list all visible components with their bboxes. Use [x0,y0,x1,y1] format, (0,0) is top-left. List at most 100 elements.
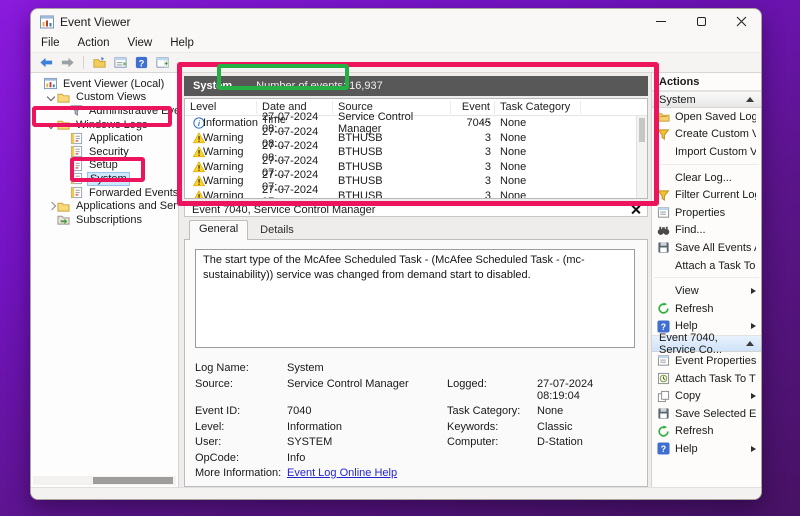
close-preview-icon[interactable] [631,205,640,214]
action-event-properties[interactable]: Event Properties [652,352,761,370]
svg-text:?: ? [661,322,666,332]
action-open-saved-log[interactable]: Open Saved Log... [652,108,761,126]
status-bar [31,487,761,499]
action-save-selected-eve[interactable]: Save Selected Eve... [652,405,761,423]
column-header-level[interactable]: Level [185,101,257,114]
field-label: OpCode: [195,452,287,464]
forward-icon[interactable] [60,55,75,70]
events-scrollbar-thumb[interactable] [639,118,645,142]
action-view[interactable]: View [652,282,761,300]
action-create-custom-vie[interactable]: Create Custom Vie... [652,126,761,144]
table-row[interactable]: iInformation27-07-2024 08:...Service Con… [185,116,647,131]
tree-item-applications-and-services-lo[interactable]: Applications and Services Lo [31,199,178,213]
action-copy[interactable]: Copy [652,387,761,405]
title-bar: Event Viewer [31,9,761,34]
tree-item-label: Forwarded Events [87,187,179,199]
log-icon [70,172,84,185]
action-save-all-events-as[interactable]: Save All Events As... [652,239,761,257]
actions-panel: Actions SystemOpen Saved Log...Create Cu… [651,73,761,487]
cell-source: BTHUSB [333,161,451,173]
tab-details[interactable]: Details [251,220,303,239]
events-vertical-scrollbar[interactable] [636,116,647,198]
tree-scrollbar-thumb[interactable] [93,477,173,484]
table-row[interactable]: Warning27-07-2024 08:...BTHUSB3None [185,145,647,160]
chevron-slot [47,215,57,225]
action-find[interactable]: Find... [652,222,761,240]
event-log-online-help-link[interactable]: Event Log Online Help [287,467,397,479]
tree-item-setup[interactable]: Setup [31,159,178,173]
help-icon[interactable]: ? [134,55,149,70]
chevron-slot [60,106,70,116]
chevron-up-icon [746,341,754,346]
action-refresh[interactable]: Refresh [652,423,761,441]
menu-view[interactable]: View [128,37,153,49]
event-detail-pane: General Details The start type of the Mc… [184,220,648,487]
table-row[interactable]: Warning27-07-2024 07:...BTHUSB3None [185,189,647,200]
action-filter-current-log[interactable]: Filter Current Log... [652,186,761,204]
tree-item-label: Custom Views [74,91,148,103]
tree-item-label: Subscriptions [74,214,144,226]
tree-item-security[interactable]: Security [31,145,178,159]
action-attach-a-task-to-t[interactable]: Attach a Task To t... [652,257,761,275]
action-label: Event Properties [675,355,756,367]
tree-item-administrative-events[interactable]: Administrative Events [31,104,178,118]
column-header-task-category[interactable]: Task Category [495,101,581,114]
column-header-event-id[interactable]: Event ... [451,101,495,114]
toolbar: ? [31,52,761,73]
properties-icon[interactable] [113,55,128,70]
action-refresh[interactable]: Refresh [652,300,761,318]
table-row[interactable]: Warning27-07-2024 07:...BTHUSB3None [185,174,647,189]
window-title: Event Viewer [60,15,130,29]
chevron-down-icon[interactable] [47,92,57,102]
main-panel: System Number of events: 16,937 Level Da… [179,73,651,487]
field-value: D-Station [537,436,635,448]
tree-item-windows-logs[interactable]: Windows Logs [31,118,178,132]
log-icon [70,186,84,199]
chevron-down-icon[interactable] [47,120,57,130]
field-value: Classic [537,421,635,433]
cell-event-id: 3 [451,146,495,158]
action-clear-log[interactable]: Clear Log... [652,169,761,187]
table-row[interactable]: Warning27-07-2024 07:...BTHUSB3None [185,160,647,175]
refresh-icon [657,425,670,438]
action-import-custom-vi[interactable]: Import Custom Vi... [652,143,761,161]
action-pane-icon[interactable] [155,55,170,70]
close-button[interactable] [721,9,761,34]
action-properties[interactable]: Properties [652,204,761,222]
cell-level: Warning [185,190,257,199]
field-value: System [287,362,447,374]
console-tree-icon[interactable] [92,55,107,70]
events-list-header: System Number of events: 16,937 [184,76,648,96]
actions-section-event-7040-service-co[interactable]: Event 7040, Service Co... [652,335,761,352]
tree-item-custom-views[interactable]: Custom Views [31,91,178,105]
maximize-button[interactable] [681,9,721,34]
menu-action[interactable]: Action [78,37,110,49]
chevron-right-icon[interactable] [47,201,57,211]
chevron-slot [60,160,70,170]
svg-text:?: ? [661,444,666,454]
menu-help[interactable]: Help [170,37,194,49]
actions-section-system[interactable]: System [652,91,761,108]
save-icon [657,241,670,254]
back-icon[interactable] [39,55,54,70]
minimize-button[interactable] [641,9,681,34]
tab-general[interactable]: General [189,220,248,240]
action-attach-task-to-thi[interactable]: Attach Task To Thi... [652,370,761,388]
field-value: Service Control Manager [287,378,447,402]
field-label: More Information: [195,467,287,479]
chevron-up-icon [746,97,754,102]
tree-item-subscriptions[interactable]: Subscriptions [31,213,178,227]
action-help[interactable]: ? Help [652,440,761,458]
action-label: Filter Current Log... [675,189,756,201]
table-row[interactable]: Warning27-07-2024 08:...BTHUSB3None [185,131,647,146]
tree-item-application[interactable]: Application [31,131,178,145]
action-label: Help [675,443,698,455]
tree-item-system[interactable]: System [31,172,178,186]
submenu-arrow-icon [751,288,756,294]
tree-item-forwarded-events[interactable]: Forwarded Events [31,186,178,200]
tree-item-event-viewer-local[interactable]: Event Viewer (Local) [31,77,178,91]
tree-horizontal-scrollbar[interactable] [33,476,176,485]
menu-file[interactable]: File [41,37,60,49]
log-icon [70,132,84,145]
copy-icon [657,390,670,403]
